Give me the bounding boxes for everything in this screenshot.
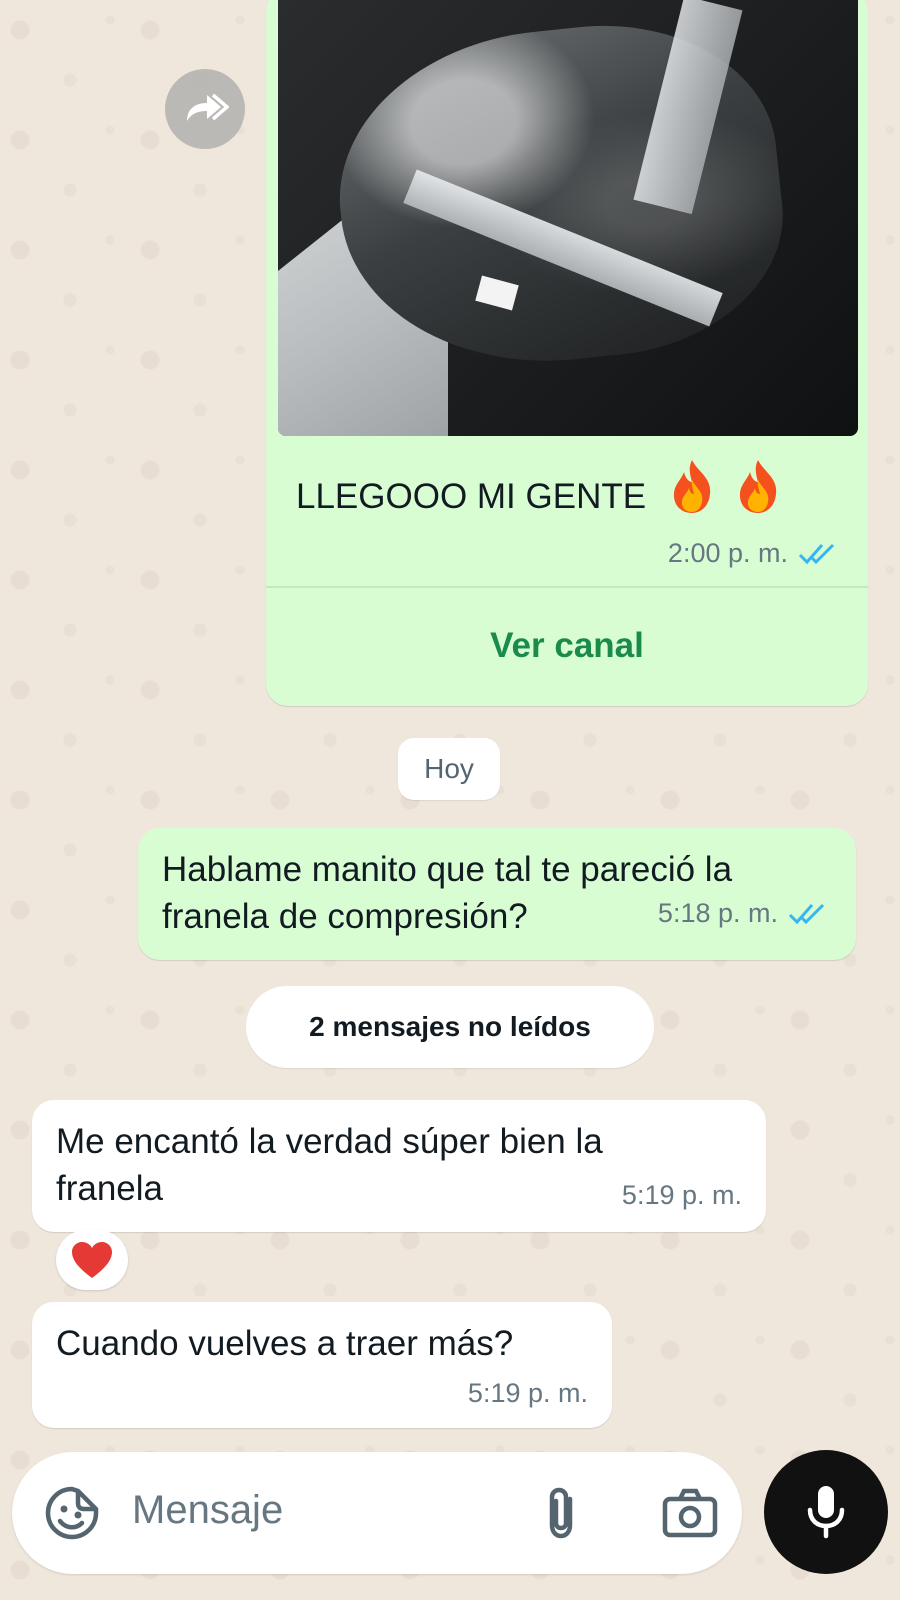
post-meta: 2:00 p. m.: [668, 538, 838, 569]
message-text: Hablame manito que tal te pareció la fra…: [162, 846, 732, 940]
incoming-message-bubble[interactable]: Cuando vuelves a traer más? 5:19 p. m.: [32, 1302, 612, 1428]
date-separator: Hoy: [398, 738, 500, 800]
message-time: 5:19 p. m.: [467, 1378, 588, 1408]
message-time: 5:18 p. m.: [657, 898, 778, 928]
channel-post-bubble[interactable]: LLEGOOO MI GENTE 2:00 p. m. Ver canal: [266, 0, 868, 706]
double-check-icon: [788, 902, 828, 926]
microphone-icon: [804, 1484, 848, 1540]
post-caption: LLEGOOO MI GENTE: [296, 477, 647, 516]
forward-button[interactable]: [165, 69, 245, 149]
heart-emoji: [70, 1240, 114, 1280]
outgoing-message-bubble[interactable]: Hablame manito que tal te pareció la fra…: [138, 828, 856, 960]
message-meta: 5:18 p. m.: [658, 898, 828, 929]
message-line: Cuando vuelves a traer más?: [56, 1324, 514, 1363]
message-line: franela de compresión?: [162, 897, 528, 936]
sticker-icon[interactable]: [42, 1483, 102, 1543]
message-text: Me encantó la verdad súper bien la frane…: [56, 1118, 603, 1212]
message-text: Cuando vuelves a traer más?: [56, 1320, 513, 1367]
view-channel-button[interactable]: Ver canal: [266, 596, 868, 696]
camera-icon[interactable]: [660, 1485, 720, 1541]
post-text: LLEGOOO MI GENTE: [296, 458, 782, 517]
fire-emoji: [734, 458, 782, 514]
message-line: Me encantó la verdad súper bien la: [56, 1122, 603, 1161]
message-meta: 5:19 p. m.: [468, 1378, 588, 1409]
forward-icon: [181, 91, 229, 127]
paperclip-icon[interactable]: [534, 1485, 590, 1541]
double-check-icon: [798, 542, 838, 566]
post-photo[interactable]: [278, 0, 858, 436]
fire-emoji: [668, 458, 716, 514]
incoming-message-bubble[interactable]: Me encantó la verdad súper bien la frane…: [32, 1100, 766, 1232]
message-time: 5:19 p. m.: [621, 1180, 742, 1210]
voice-message-button[interactable]: [764, 1450, 888, 1574]
message-composer[interactable]: Mensaje: [12, 1452, 742, 1574]
message-reaction[interactable]: [56, 1230, 128, 1290]
message-input[interactable]: Mensaje: [132, 1488, 283, 1533]
message-line: Hablame manito que tal te pareció la: [162, 850, 733, 889]
unread-messages-banner: 2 mensajes no leídos: [246, 986, 654, 1068]
post-time: 2:00 p. m.: [667, 538, 788, 568]
message-meta: 5:19 p. m.: [622, 1180, 742, 1211]
bubble-divider: [266, 586, 868, 588]
message-line: franela: [56, 1169, 164, 1208]
